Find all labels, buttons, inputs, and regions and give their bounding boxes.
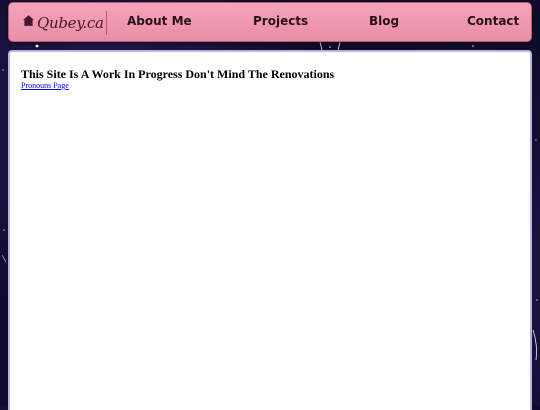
logo-text: Qubey.ca [37,14,104,32]
pronouns-page-link[interactable]: Pronouns Page [21,81,69,90]
top-navbar: Qubey.ca About Me Projects Blog Contact [8,2,532,42]
logo-link[interactable]: Qubey.ca [22,12,104,34]
house-icon [22,14,35,32]
nav-link-blog[interactable]: Blog [369,14,399,28]
main-content-panel: This Site Is A Work In Progress Don't Mi… [8,50,532,410]
nav-link-projects[interactable]: Projects [253,14,308,28]
nav-link-about-me[interactable]: About Me [127,14,192,28]
nav-link-contact[interactable]: Contact [467,14,519,28]
nav-divider [106,11,107,35]
page-title: This Site Is A Work In Progress Don't Mi… [21,67,335,81]
